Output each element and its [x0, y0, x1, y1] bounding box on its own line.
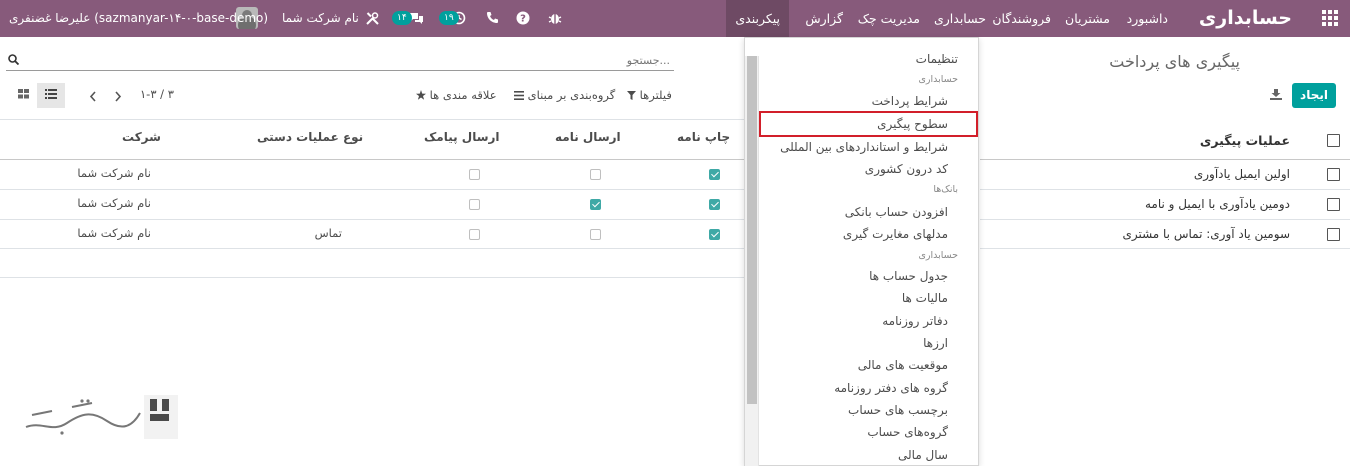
search-input[interactable]	[6, 51, 674, 71]
dropdown-item-domestic-code[interactable]: کد درون کشوری	[865, 162, 948, 176]
pager-previous-icon[interactable]	[89, 91, 97, 102]
send-sms-checkbox[interactable]	[469, 199, 480, 210]
table-top-border	[0, 119, 744, 120]
followup-checkbox[interactable]	[1327, 228, 1340, 241]
dropdown-item-settings[interactable]: تنظیمات	[916, 52, 958, 66]
company-name[interactable]: نام شرکت شما	[282, 11, 359, 25]
messages-badge: ۱۴	[392, 11, 412, 25]
dropdown-item-incoterms[interactable]: شرایط و استانداردهای بین المللی	[780, 140, 948, 154]
filters-label: فیلترها	[639, 88, 672, 102]
dropdown-item-fiscal-year[interactable]: سال مالی	[898, 448, 948, 462]
company-cell: نام شرکت شما	[77, 196, 151, 210]
company-switch-icon[interactable]	[366, 12, 379, 25]
filters-button[interactable]: فیلترها	[627, 88, 672, 102]
pager-value[interactable]: ۱-۳ / ۳	[140, 87, 174, 101]
row-divider	[0, 219, 744, 220]
dropdown-item-account-groups[interactable]: گروه‌های حساب	[867, 425, 948, 439]
send-letter-checkbox[interactable]	[590, 169, 601, 180]
dropdown-item-journals[interactable]: دفاتر روزنامه	[882, 314, 948, 328]
kanban-view-icon	[17, 89, 29, 99]
search-icon[interactable]	[8, 54, 19, 65]
create-button[interactable]: ایجاد	[1292, 83, 1336, 108]
pager-next-icon[interactable]	[114, 91, 122, 102]
column-header-manual-action[interactable]: نوع عملیات دستی	[257, 130, 363, 144]
menu-reporting[interactable]: گزارش	[805, 11, 843, 26]
top-navbar: حسابداری داشبورد مشتریان فروشندگان حسابد…	[0, 0, 1350, 37]
dropdown-item-reconciliation-models[interactable]: مدلهای مغایرت گیری	[843, 227, 948, 241]
table-bottom-border	[0, 277, 744, 278]
followup-checkbox[interactable]	[1327, 198, 1340, 211]
dropdown-section-banks: بانک‌ها	[933, 184, 958, 195]
column-header-print[interactable]: چاپ نامه	[677, 130, 730, 144]
star-icon	[416, 90, 426, 100]
followup-item[interactable]: دومین یادآوری با ایمیل و نامه	[1145, 197, 1290, 211]
select-all-checkbox[interactable]	[1327, 134, 1340, 147]
bug-icon[interactable]	[548, 11, 562, 25]
column-header-send-sms[interactable]: ارسال پیامک	[424, 130, 500, 144]
table-header-border	[0, 159, 744, 160]
menu-configuration[interactable]: پیکربندی	[726, 0, 789, 37]
print-checkbox[interactable]	[709, 199, 720, 210]
configuration-dropdown: تنظیمات حسابداری شرایط پرداخت سطوح پیگیر…	[744, 37, 979, 466]
favorites-label: علاقه مندی ها	[429, 88, 497, 102]
list-view-icon	[45, 89, 57, 99]
print-checkbox[interactable]	[709, 169, 720, 180]
followup-checkbox[interactable]	[1327, 168, 1340, 181]
dropdown-item-taxes[interactable]: مالیات ها	[902, 291, 948, 305]
followup-header[interactable]: عملیات پیگیری	[1200, 133, 1290, 148]
highlight-box	[759, 111, 978, 137]
menu-dashboard[interactable]: داشبورد	[1127, 11, 1168, 26]
svg-text:?: ?	[520, 14, 526, 25]
groupby-button[interactable]: گروه‌بندی بر مبنای	[514, 88, 615, 102]
dropdown-scrollbar[interactable]	[745, 56, 759, 466]
watermark-logo	[25, 395, 178, 439]
page-title: پیگیری های پرداخت	[1109, 52, 1240, 71]
apps-menu-icon[interactable]	[1322, 10, 1338, 26]
dropdown-section-accounting: حسابداری	[918, 74, 958, 85]
company-cell: نام شرکت شما	[77, 226, 151, 240]
app-brand[interactable]: حسابداری	[1199, 7, 1292, 29]
help-icon[interactable]: ?	[516, 11, 530, 25]
list-view-button[interactable]	[37, 83, 65, 108]
followup-row-divider	[980, 248, 1350, 249]
send-letter-checkbox[interactable]	[590, 229, 601, 240]
send-letter-checkbox[interactable]	[590, 199, 601, 210]
groupby-label: گروه‌بندی بر مبنای	[527, 88, 616, 102]
print-checkbox[interactable]	[709, 229, 720, 240]
company-cell: نام شرکت شما	[77, 166, 151, 180]
send-sms-checkbox[interactable]	[469, 169, 480, 180]
kanban-view-button[interactable]	[9, 83, 37, 108]
dropdown-item-fiscal-positions[interactable]: موقعیت های مالی	[858, 358, 948, 372]
dropdown-item-account-tags[interactable]: برچسب های حساب	[848, 403, 948, 417]
menu-vendors[interactable]: فروشندگان	[992, 11, 1051, 26]
dropdown-scroll-thumb[interactable]	[747, 56, 757, 404]
dropdown-item-journal-groups[interactable]: گروه های دفتر روزنامه	[834, 381, 948, 395]
followup-header-border	[980, 159, 1350, 160]
manual-action-cell: تماس	[314, 226, 342, 240]
followup-item[interactable]: سومین یاد آوری: تماس با مشتری	[1122, 227, 1290, 241]
column-header-company[interactable]: شرکت	[122, 130, 161, 144]
favorites-button[interactable]: علاقه مندی ها	[416, 88, 497, 102]
dropdown-item-chart-of-accounts[interactable]: جدول حساب ها	[869, 269, 948, 283]
filter-icon	[627, 91, 636, 100]
activity-badge: ۱۹	[439, 11, 459, 25]
user-menu[interactable]: علیرضا غضنفری (sazmanyar-۱۴-۰-base-demo)	[9, 11, 268, 25]
menu-accounting[interactable]: حسابداری	[934, 11, 986, 26]
row-divider	[0, 189, 744, 190]
followup-row-divider	[980, 189, 1350, 190]
column-header-send-letter[interactable]: ارسال نامه	[555, 130, 621, 144]
download-icon[interactable]	[1270, 88, 1282, 100]
send-sms-checkbox[interactable]	[469, 229, 480, 240]
menu-check-management[interactable]: مدیریت چک	[858, 11, 920, 26]
row-divider	[0, 248, 744, 249]
dropdown-section-accounting: حسابداری	[918, 250, 958, 261]
dropdown-item-currencies[interactable]: ارزها	[923, 336, 948, 350]
dropdown-item-payment-terms[interactable]: شرایط پرداخت	[872, 94, 948, 108]
list-lines-icon	[514, 91, 524, 100]
followup-row-divider	[980, 219, 1350, 220]
phone-icon[interactable]	[486, 11, 499, 24]
dropdown-item-add-bank-account[interactable]: افزودن حساب بانکی	[845, 205, 948, 219]
followup-item[interactable]: اولین ایمیل یادآوری	[1194, 167, 1290, 181]
menu-customers[interactable]: مشتریان	[1065, 11, 1110, 26]
